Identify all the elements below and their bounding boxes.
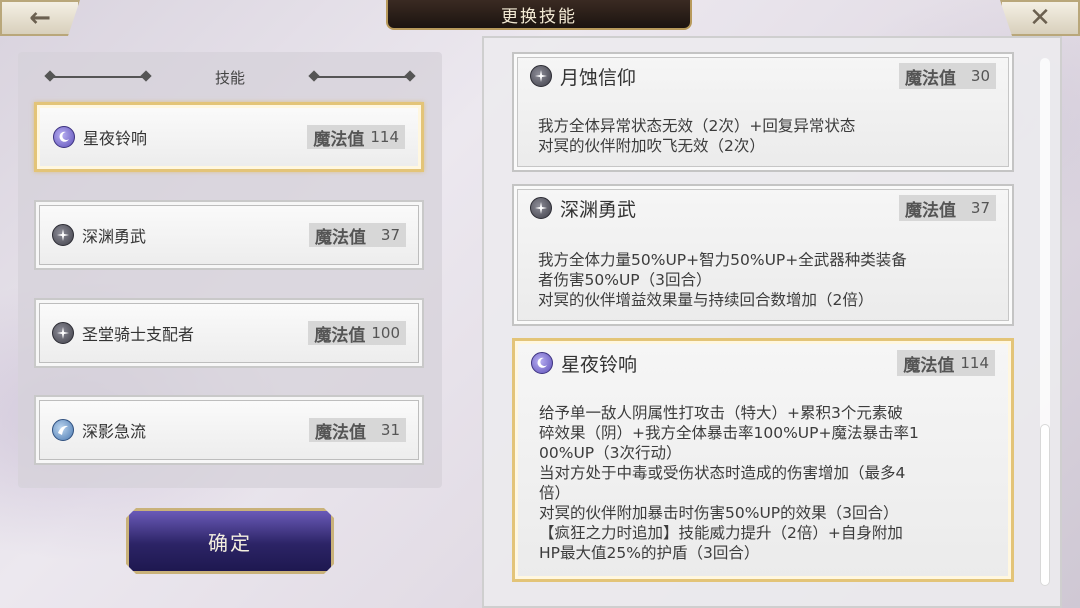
mp-value: 114 (960, 354, 989, 372)
mp-badge: 魔法值 30 (899, 63, 996, 89)
mp-badge: 魔法值 100 (308, 321, 406, 346)
description-line: 我方全体异常状态无效（2次）+回复异常状态 (538, 117, 856, 135)
equipped-skills-panel: 技能 星夜铃响 魔法值 114 深渊勇武 魔法值 37 圣堂骑士支配者 魔法值 … (18, 52, 442, 488)
skill-slot-2[interactable]: 深渊勇武 魔法值 37 (34, 200, 424, 270)
description-line: 给予单一敌人阴属性打攻击（特大）+累积3个元素破 (539, 404, 903, 422)
skill-slot-1[interactable]: 星夜铃响 魔法值 114 (34, 102, 424, 172)
mp-label: 魔法值 (314, 325, 366, 346)
star-icon (52, 224, 74, 246)
description-line: 对冥的伙伴增益效果量与持续回合数增加（2倍） (538, 291, 874, 309)
mp-value: 100 (371, 324, 400, 342)
mp-label: 魔法值 (905, 68, 956, 89)
skill-slot-3[interactable]: 圣堂骑士支配者 魔法值 100 (34, 298, 424, 368)
description-line: 者伤害50%UP（3回合） (538, 271, 712, 289)
skill-card-description: 给予单一敌人阴属性打攻击（特大）+累积3个元素破 碎效果（阴）+我方全体暴击率1… (515, 385, 1011, 563)
skill-card-description: 我方全体异常状态无效（2次）+回复异常状态 对冥的伙伴附加吹飞无效（2次） (514, 98, 1012, 156)
mp-label: 魔法值 (315, 227, 366, 248)
star-icon (52, 322, 74, 344)
skill-card-header: 月蚀信仰 魔法值 30 (514, 54, 1012, 98)
skills-header-label: 技能 (214, 68, 245, 87)
header-ornament-left (48, 76, 148, 78)
skill-card-name: 深渊勇武 (560, 198, 637, 221)
skill-card-header: 深渊勇武 魔法值 37 (514, 186, 1012, 230)
description-line: 倍） (539, 484, 571, 502)
description-line: 当对方处于中毒或受伤状态时造成的伤害增加（最多4 (539, 464, 906, 482)
mp-value: 114 (370, 128, 399, 146)
mp-badge: 魔法值 31 (309, 418, 406, 443)
skill-card-description: 我方全体力量50%UP+智力50%UP+全武器种类装备 者伤害50%UP（3回合… (514, 230, 1012, 310)
star-icon (530, 197, 552, 219)
moon-icon (53, 126, 75, 148)
mp-label: 魔法值 (315, 422, 366, 443)
description-line: 对冥的伙伴附加暴击时伤害50%UP的效果（3回合） (539, 504, 899, 522)
skill-card-1[interactable]: 月蚀信仰 魔法值 30 我方全体异常状态无效（2次）+回复异常状态 对冥的伙伴附… (512, 52, 1014, 172)
mp-label: 魔法值 (313, 129, 365, 150)
skill-card-header: 星夜铃响 魔法值 114 (515, 341, 1011, 385)
mp-badge: 魔法值 114 (307, 125, 405, 150)
skill-slot-name: 星夜铃响 (83, 129, 148, 148)
back-arrow-icon: ← (29, 3, 51, 33)
mp-value: 37 (970, 199, 990, 217)
header-ornament-right (312, 76, 412, 78)
close-button[interactable]: ✕ (1000, 0, 1080, 36)
skill-card-3-selected[interactable]: 星夜铃响 魔法值 114 给予单一敌人阴属性打攻击（特大）+累积3个元素破 碎效… (512, 338, 1014, 582)
wave-icon (52, 419, 74, 441)
skills-header: 技能 (18, 64, 442, 90)
mp-badge: 魔法值 37 (899, 195, 996, 221)
description-line: HP最大值25%的护盾（3回合） (539, 544, 760, 562)
moon-icon (531, 352, 553, 374)
skill-card-name: 星夜铃响 (561, 353, 638, 376)
mp-value: 31 (380, 421, 400, 439)
mp-badge: 魔法值 37 (309, 223, 406, 248)
mp-label: 魔法值 (905, 200, 956, 221)
confirm-button[interactable]: 确定 (126, 508, 334, 574)
description-line: 对冥的伙伴附加吹飞无效（2次） (538, 137, 765, 155)
close-icon: ✕ (1029, 3, 1051, 33)
skill-slot-4[interactable]: 深影急流 魔法值 31 (34, 395, 424, 465)
mp-badge: 魔法值 114 (897, 350, 995, 376)
mp-label: 魔法值 (903, 355, 955, 376)
mp-value: 30 (970, 67, 990, 85)
star-icon (530, 65, 552, 87)
description-line: 00%UP（3次行动） (539, 444, 682, 462)
skill-slot-name: 圣堂骑士支配者 (82, 325, 195, 344)
skill-card-name: 月蚀信仰 (560, 66, 637, 89)
skill-card-2[interactable]: 深渊勇武 魔法值 37 我方全体力量50%UP+智力50%UP+全武器种类装备 … (512, 184, 1014, 326)
description-line: 碎效果（阴）+我方全体暴击率100%UP+魔法暴击率1 (539, 424, 919, 442)
description-line: 我方全体力量50%UP+智力50%UP+全武器种类装备 (538, 251, 907, 269)
mp-value: 37 (380, 226, 400, 244)
back-button[interactable]: ← (0, 0, 80, 36)
scrollbar-thumb[interactable] (1040, 424, 1050, 586)
description-line: 【疯狂之力时追加】技能威力提升（2倍）+自身附加 (539, 524, 903, 542)
skill-slot-name: 深影急流 (82, 422, 147, 441)
page-title: 更换技能 (386, 0, 692, 30)
skill-slot-name: 深渊勇武 (82, 227, 147, 246)
